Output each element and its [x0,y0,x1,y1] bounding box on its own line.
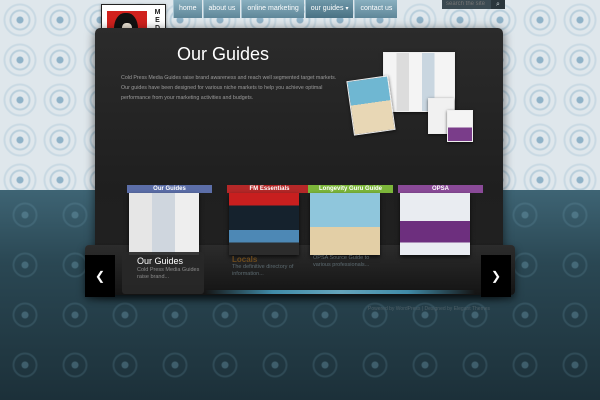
chevron-down-icon: ▾ [345,6,349,12]
page-title: Our Guides [177,44,270,64]
magazine-gift [447,110,473,142]
carousel-card[interactable]: OPSA [398,185,483,255]
card-title: Locals [232,255,258,264]
search-icon[interactable]: ⌕ [491,0,505,9]
magazine-longevity [346,75,396,136]
carousel-card[interactable]: Longevity Guru Guide OPSA Source Guide t… [308,185,393,268]
card-label: Our Guides [127,185,212,193]
nav-item-about-us[interactable]: about us [202,0,241,18]
card-cover-image [400,193,470,255]
carousel-card[interactable]: Our Guides [127,185,212,255]
card-label: Longevity Guru Guide [308,185,393,193]
carousel-active-caption[interactable]: Our Guides Cold Press Media Guides raise… [122,252,204,294]
card-label: OPSA [398,185,483,193]
nav-item-our-guides[interactable]: our guides ▾ [304,0,354,18]
card-description: OPSA Source Guide to various professiona… [313,255,370,268]
footer-credits: Powered by WordPress | Designed by Elega… [368,306,491,312]
nav-item-contact-us[interactable]: contact us [354,0,398,18]
caption-description: Cold Press Media Guides raise brand... [137,267,200,280]
carousel-highlight [205,290,475,294]
main-nav: home about us online marketing our guide… [173,0,398,18]
carousel-card[interactable]: FM Essentials Locals The definitive dire… [227,185,312,277]
card-cover-image [310,193,380,255]
card-cover-image [129,193,199,255]
card-label: FM Essentials [227,185,312,193]
card-description: Locals The definitive directory of infor… [232,255,307,281]
page-intro: Cold Press Media Guides raise brand awar… [121,75,337,101]
caption-title: Our Guides [137,256,184,266]
nav-item-online-marketing[interactable]: online marketing [241,0,304,18]
nav-item-home[interactable]: home [173,0,202,18]
chevron-right-icon[interactable]: ❯ [481,255,511,297]
card-cover-image [229,193,299,255]
chevron-left-icon[interactable]: ❮ [85,255,115,297]
